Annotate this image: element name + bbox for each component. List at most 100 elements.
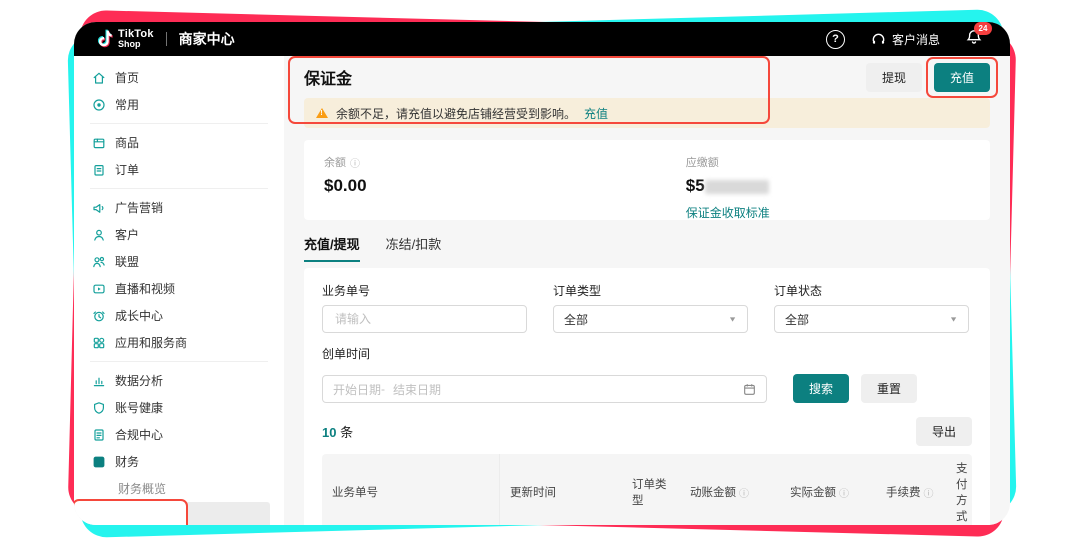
table-header-row: 业务单号 更新时间 订单类型 动账金额 ⓘ 实际金额 ⓘ 手续费 ⓘ 支付方式 — [322, 454, 972, 525]
order-status-select[interactable]: 全部 ▼ — [774, 305, 969, 333]
order-no-input[interactable] — [333, 311, 516, 327]
balance-summary-card: 余额 ⓘ $0.00 应缴额 $5 保证金收取标准 — [304, 140, 990, 220]
sidebar-item-label: 账号健康 — [115, 401, 164, 415]
topbar-divider — [165, 32, 167, 46]
top-bar: TikTok Shop 商家中心 ? 客户消息 24 — [74, 22, 1010, 56]
column-header-0: 业务单号 — [322, 454, 500, 525]
sidebar-subitem-18[interactable]: 保证金 — [74, 499, 270, 525]
sidebar-item-label: 成长中心 — [115, 309, 164, 323]
sidebar-item-15[interactable]: 合规中心 — [74, 421, 284, 448]
calendar-icon — [743, 383, 756, 396]
sidebar-subitem-label: 保证金 — [118, 509, 155, 523]
account-health-icon — [92, 401, 106, 415]
sidebar-subitem-17[interactable]: 财务概览 — [74, 475, 284, 502]
compliance-icon — [92, 428, 106, 442]
recharge-button[interactable]: 充值 — [933, 62, 990, 92]
order-type-select[interactable]: 全部 ▼ — [553, 305, 748, 333]
sidebar-item-label: 广告营销 — [115, 201, 164, 215]
sidebar-item-label: 应用和服务商 — [115, 336, 188, 350]
start-date-placeholder: 开始日期 — [333, 382, 382, 397]
sidebar-item-label: 联盟 — [115, 255, 140, 269]
sidebar-item-16[interactable]: $ 财务 — [74, 448, 284, 475]
info-icon[interactable]: ⓘ — [924, 485, 934, 500]
notifications-button[interactable]: 24 — [966, 22, 992, 50]
end-date-placeholder: 结束日期 — [393, 382, 442, 397]
info-icon[interactable]: ⓘ — [839, 485, 849, 500]
order-icon — [92, 163, 106, 177]
growth-icon — [92, 309, 106, 323]
sidebar: 首页常用商品订单广告营销客户联盟直播和视频成长中心应用和服务商 数据分析账号健康合… — [74, 56, 284, 525]
record-tabs: 充值/提现 冻结/扣款 — [304, 234, 990, 262]
finance-icon: $ — [92, 455, 106, 469]
main-content: 保证金 提现 充值 余额不足，请充值以避免店铺经营受到影响。 充值 — [284, 56, 1010, 525]
column-header-5: 手续费 ⓘ — [876, 478, 946, 506]
sidebar-item-label: 客户 — [115, 228, 140, 242]
sidebar-item-4[interactable]: 订单 — [74, 156, 284, 183]
sidebar-item-11[interactable]: 应用和服务商 — [74, 329, 284, 356]
affiliate-icon — [92, 255, 106, 269]
frequent-icon — [92, 98, 106, 112]
customer-messages-button[interactable]: 客户消息 — [871, 31, 940, 48]
sidebar-item-14[interactable]: 账号健康 — [74, 394, 284, 421]
app-window: TikTok Shop 商家中心 ? 客户消息 24 首页 常用 商品 订单 广告 — [74, 22, 1010, 525]
withdraw-button[interactable]: 提现 — [865, 62, 922, 92]
sidebar-item-6[interactable]: 广告营销 — [74, 194, 284, 221]
order-no-input-wrap — [322, 305, 527, 333]
due-value: $5 — [686, 176, 770, 196]
help-icon[interactable]: ? — [825, 29, 845, 49]
reset-button[interactable]: 重置 — [861, 374, 918, 403]
sidebar-item-7[interactable]: 客户 — [74, 221, 284, 248]
sidebar-item-label: 订单 — [115, 163, 140, 177]
marketing-icon — [92, 201, 106, 215]
info-icon[interactable]: ⓘ — [739, 485, 749, 500]
search-button[interactable]: 搜索 — [793, 374, 850, 403]
chevron-down-icon: ▼ — [949, 315, 958, 323]
column-header-1: 更新时间 — [510, 487, 556, 499]
sidebar-item-label: 数据分析 — [115, 374, 164, 388]
app-title: 商家中心 — [178, 31, 235, 47]
tiktok-note-icon — [98, 30, 112, 47]
column-header-2: 订单类型 — [632, 479, 667, 507]
sidebar-item-1[interactable]: 常用 — [74, 91, 284, 118]
sidebar-item-0[interactable]: 首页 — [74, 64, 284, 91]
tab-0[interactable]: 充值/提现 — [304, 234, 360, 262]
banner-text: 余额不足，请充值以避免店铺经营受到影响。 — [336, 106, 577, 121]
svg-text:$: $ — [97, 457, 102, 467]
sidebar-item-label: 合规中心 — [115, 428, 164, 442]
customer-messages-label: 客户消息 — [891, 32, 940, 47]
export-button[interactable]: 导出 — [915, 417, 972, 446]
banner-recharge-link[interactable]: 充值 — [584, 105, 608, 122]
order-status-label: 订单状态 — [774, 284, 823, 298]
balance-label: 余额 — [324, 157, 346, 169]
sidebar-item-label: 商品 — [115, 136, 140, 150]
due-label: 应缴额 — [685, 157, 719, 169]
column-header-3: 动账金额 ⓘ — [680, 478, 780, 506]
sidebar-item-13[interactable]: 数据分析 — [74, 367, 284, 394]
sidebar-item-label: 常用 — [115, 98, 140, 112]
sidebar-divider — [90, 123, 268, 124]
sidebar-item-label: 直播和视频 — [115, 282, 176, 296]
sidebar-item-10[interactable]: 成长中心 — [74, 302, 284, 329]
created-time-label: 创单时间 — [322, 347, 371, 361]
balance-info-icon[interactable]: ⓘ — [350, 155, 360, 170]
insufficient-balance-banner: 余额不足，请充值以避免店铺经营受到影响。 充值 — [304, 98, 990, 128]
tiktok-shop-logo[interactable]: TikTok Shop — [96, 29, 154, 49]
sidebar-subitem-label: 财务概览 — [118, 482, 167, 496]
date-range-input[interactable]: 开始日期 - 结束日期 — [322, 375, 767, 403]
home-icon — [92, 71, 106, 85]
warning-icon — [316, 108, 328, 118]
screenshot-stage: TikTok Shop 商家中心 ? 客户消息 24 首页 常用 商品 订单 广告 — [0, 0, 1080, 553]
sidebar-item-label: 首页 — [115, 71, 140, 85]
deposit-standard-link[interactable]: 保证金收取标准 — [686, 204, 770, 221]
sidebar-item-label: 财务 — [115, 455, 140, 469]
redacted-due-amount — [704, 179, 769, 194]
records-panel: 业务单号 订单类型 全部▼ 订单状态 — [304, 268, 990, 525]
sidebar-item-9[interactable]: 直播和视频 — [74, 275, 284, 302]
result-count: 10 条 — [322, 425, 354, 440]
balance-value: $0.00 — [324, 176, 367, 195]
sidebar-item-3[interactable]: 商品 — [74, 129, 284, 156]
tab-1[interactable]: 冻结/扣款 — [386, 234, 442, 262]
sidebar-item-8[interactable]: 联盟 — [74, 248, 284, 275]
order-type-label: 订单类型 — [553, 284, 602, 298]
product-icon — [92, 136, 106, 150]
